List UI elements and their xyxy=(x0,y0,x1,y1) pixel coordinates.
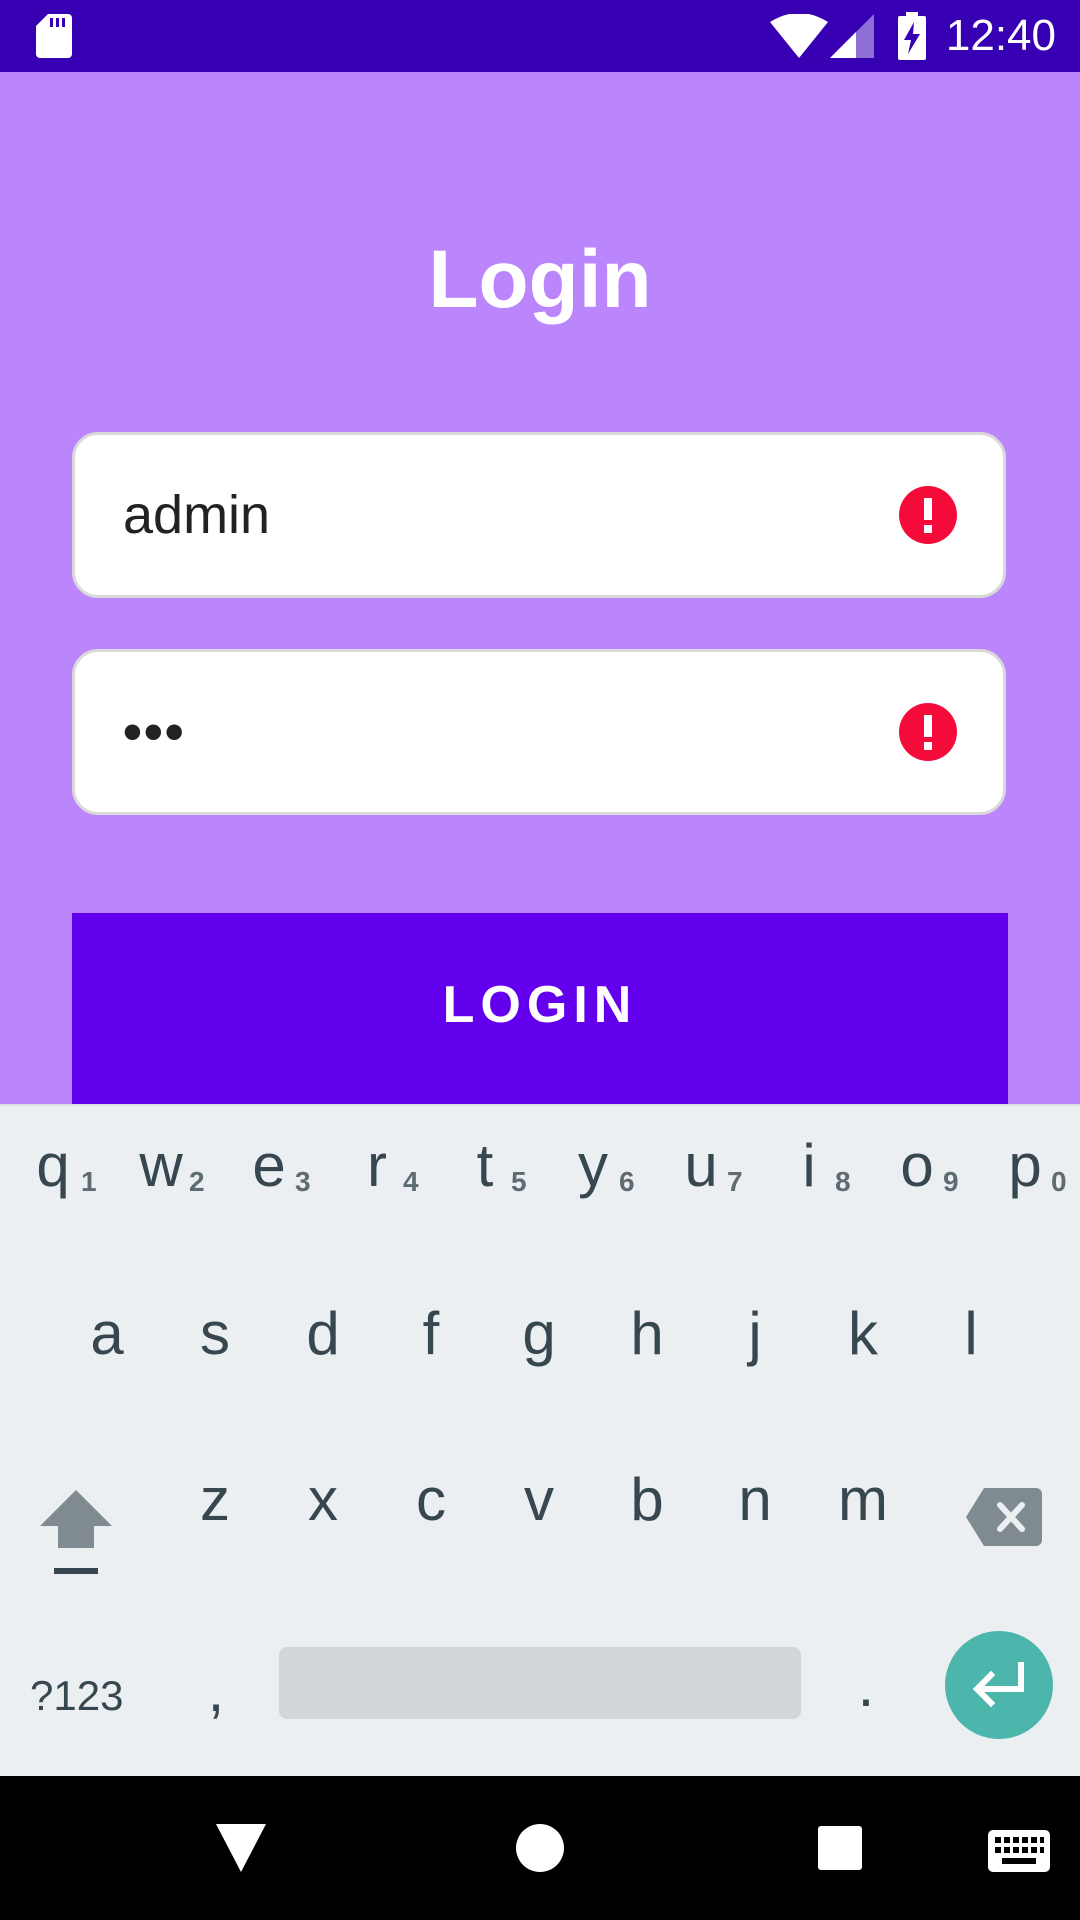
key-y[interactable]: y 6 xyxy=(543,1106,643,1226)
key-q[interactable]: q 1 xyxy=(3,1106,103,1226)
key-c[interactable]: c xyxy=(381,1440,481,1560)
page-title: Login xyxy=(428,234,652,325)
password-field[interactable]: ••• xyxy=(72,649,1006,815)
key-m[interactable]: m xyxy=(813,1440,913,1560)
wifi-icon xyxy=(770,14,828,58)
space-key[interactable] xyxy=(279,1647,801,1719)
key-b[interactable]: b xyxy=(597,1440,697,1560)
home-icon[interactable] xyxy=(516,1824,564,1872)
username-field[interactable]: admin xyxy=(72,432,1006,598)
key-g[interactable]: g xyxy=(489,1274,589,1394)
key-s[interactable]: s xyxy=(165,1274,265,1394)
login-button[interactable]: LOGIN xyxy=(72,913,1008,1113)
recents-icon[interactable] xyxy=(818,1826,862,1870)
key-k[interactable]: k xyxy=(813,1274,913,1394)
key-l[interactable]: l xyxy=(921,1274,1021,1394)
status-bar: 12:40 xyxy=(0,0,1080,72)
enter-key[interactable] xyxy=(945,1631,1053,1739)
enter-icon xyxy=(972,1662,1024,1708)
key-p[interactable]: p 0 xyxy=(975,1106,1075,1226)
status-time: 12:40 xyxy=(945,11,1056,60)
login-screen: 12:40 Login admin ••• LOGIN q 1 w 2 e 3 … xyxy=(0,0,1080,1920)
key-w[interactable]: w 2 xyxy=(111,1106,211,1226)
key-o[interactable]: o 9 xyxy=(867,1106,967,1226)
key-r[interactable]: r 4 xyxy=(327,1106,427,1226)
sd-card-icon xyxy=(36,14,72,58)
battery-charging-icon xyxy=(898,12,926,60)
navigation-bar xyxy=(0,1776,1080,1920)
key-j[interactable]: j xyxy=(705,1274,805,1394)
key-z[interactable]: z xyxy=(165,1440,265,1560)
key-d[interactable]: d xyxy=(273,1274,373,1394)
soft-keyboard: q 1 w 2 e 3 r 4 t 5 y 6 u 7 i 8 o 9 p 0 … xyxy=(0,1104,1080,1776)
key-v[interactable]: v xyxy=(489,1440,589,1560)
key-e[interactable]: e 3 xyxy=(219,1106,319,1226)
password-value: ••• xyxy=(123,702,186,762)
key-u[interactable]: u 7 xyxy=(651,1106,751,1226)
key-n[interactable]: n xyxy=(705,1440,805,1560)
key-t[interactable]: t 5 xyxy=(435,1106,535,1226)
key-a[interactable]: a xyxy=(57,1274,157,1394)
key-x[interactable]: x xyxy=(273,1440,373,1560)
username-value: admin xyxy=(123,485,271,545)
error-icon xyxy=(899,703,957,761)
back-icon[interactable] xyxy=(216,1824,266,1872)
key-h[interactable]: h xyxy=(597,1274,697,1394)
login-button-label: LOGIN xyxy=(442,976,638,1034)
backspace-icon[interactable] xyxy=(966,1488,1042,1546)
key-f[interactable]: f xyxy=(381,1274,481,1394)
period-key[interactable]: . xyxy=(846,1641,886,1731)
key-i[interactable]: i 8 xyxy=(759,1106,859,1226)
comma-key[interactable]: , xyxy=(196,1646,236,1736)
symbols-key[interactable]: ?123 xyxy=(30,1661,130,1731)
shift-icon[interactable] xyxy=(36,1486,116,1582)
error-icon xyxy=(899,486,957,544)
signal-icon xyxy=(830,14,874,58)
keyboard-icon[interactable] xyxy=(988,1830,1050,1872)
